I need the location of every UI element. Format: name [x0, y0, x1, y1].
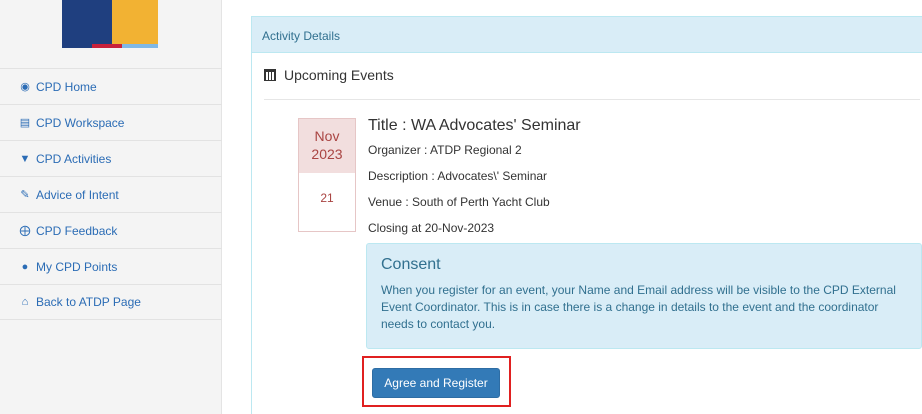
- sidebar-item-cpd-feedback[interactable]: ⨁ CPD Feedback: [0, 212, 222, 248]
- event-month-year: Nov 2023: [299, 119, 355, 173]
- logo-stripe-blue: [122, 44, 158, 48]
- dashboard-icon: ◉: [20, 81, 30, 93]
- trophy-icon: ▼: [19, 152, 31, 165]
- event-month: Nov: [314, 128, 340, 144]
- sidebar-item-label: Advice of Intent: [36, 187, 119, 202]
- lifebuoy-icon: ⨁: [19, 225, 31, 237]
- calendar-icon: [264, 69, 276, 81]
- sidebar-item-label: CPD Feedback: [36, 223, 118, 238]
- sidebar-item-label: My CPD Points: [36, 259, 118, 274]
- event-description: Description : Advocates\' Seminar: [368, 169, 548, 183]
- sidebar-item-cpd-home[interactable]: ◉ CPD Home: [0, 68, 222, 104]
- logo-navy-block: [62, 0, 114, 46]
- sidebar-item-back-to-atdp[interactable]: ⌂ Back to ATDP Page: [0, 284, 222, 320]
- event-date-badge: Nov 2023 21: [298, 118, 356, 232]
- sidebar-item-my-cpd-points[interactable]: ● My CPD Points: [0, 248, 222, 284]
- edit-icon: ✎: [20, 189, 30, 201]
- logo-stripe-red: [92, 44, 122, 48]
- consent-title: Consent: [381, 256, 441, 273]
- activity-details-panel: Activity Details Upcoming Events Nov 202…: [251, 16, 922, 414]
- home-icon: ⌂: [21, 296, 29, 308]
- event-info: Title : WA Advocates' Seminar Organizer …: [368, 117, 581, 245]
- sidebar-item-label: CPD Workspace: [36, 115, 125, 130]
- event-organizer: Organizer : ATDP Regional 2: [368, 143, 522, 157]
- sidebar-item-label: CPD Home: [36, 79, 97, 94]
- event-venue: Venue : South of Perth Yacht Club: [368, 195, 550, 209]
- consent-text: When you register for an event, your Nam…: [381, 283, 896, 331]
- logo-stripe-navy: [62, 44, 92, 48]
- atdp-logo: [62, 0, 160, 50]
- upcoming-events-heading: Upcoming Events: [264, 67, 394, 83]
- event-closing-date: Closing at 20-Nov-2023: [368, 221, 495, 235]
- sidebar-item-advice-of-intent[interactable]: ✎ Advice of Intent: [0, 176, 222, 212]
- book-icon: ▤: [19, 117, 31, 129]
- sidebar: ◉ CPD Home ▤ CPD Workspace ▼ CPD Activit…: [0, 0, 222, 414]
- logo-gold-block: [112, 0, 158, 46]
- sidebar-item-label: Back to ATDP Page: [36, 295, 141, 309]
- sidebar-item-cpd-activities[interactable]: ▼ CPD Activities: [0, 140, 222, 176]
- divider: [264, 99, 920, 100]
- agree-and-register-button[interactable]: Agree and Register: [372, 368, 500, 398]
- event-year: 2023: [311, 146, 343, 162]
- panel-heading: Activity Details: [252, 17, 922, 53]
- user-icon: ●: [21, 260, 29, 273]
- consent-notice: Consent When you register for an event, …: [366, 243, 922, 349]
- event-day: 21: [320, 191, 334, 205]
- sidebar-item-label: CPD Activities: [36, 151, 112, 166]
- sidebar-nav: ◉ CPD Home ▤ CPD Workspace ▼ CPD Activit…: [0, 68, 222, 320]
- event-title: Title : WA Advocates' Seminar: [368, 117, 581, 134]
- sidebar-item-cpd-workspace[interactable]: ▤ CPD Workspace: [0, 104, 222, 140]
- section-title-text: Upcoming Events: [284, 67, 394, 83]
